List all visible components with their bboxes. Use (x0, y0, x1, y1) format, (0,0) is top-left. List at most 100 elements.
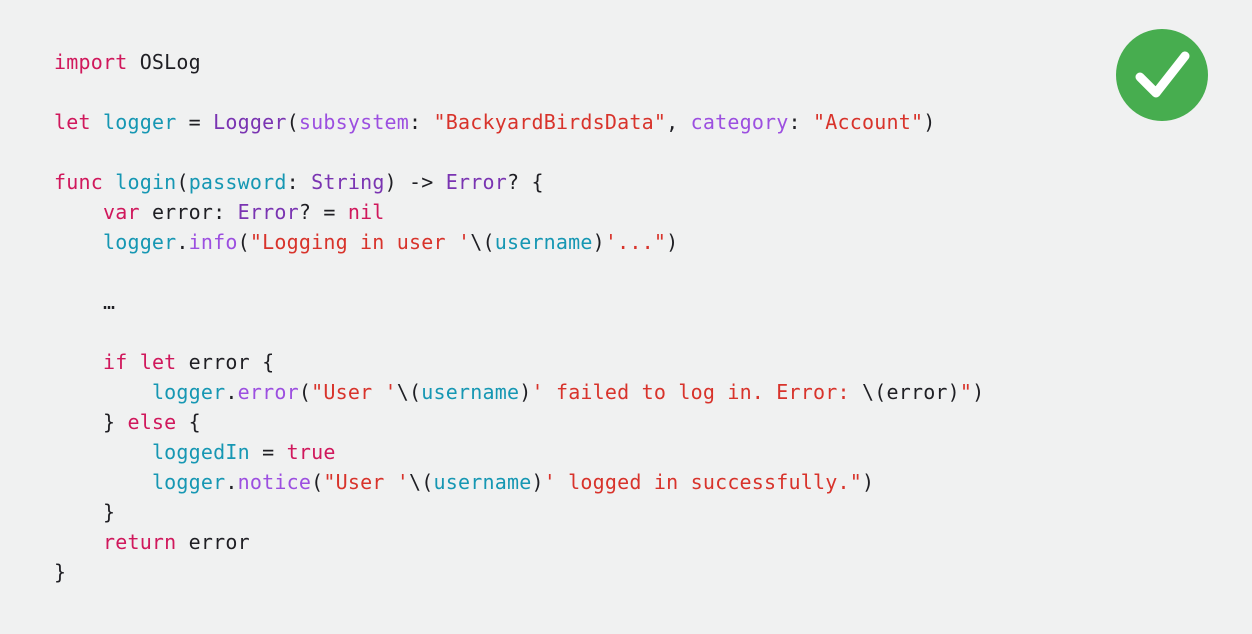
check-badge-circle (1116, 29, 1208, 121)
code-token: category (690, 110, 789, 134)
code-line: } else { (54, 407, 984, 437)
code-token: loggedIn (151, 440, 250, 464)
code-token: String (311, 170, 385, 194)
code-token: import (54, 50, 128, 74)
code-token: notice (237, 470, 312, 494)
code-token: OSLog (127, 50, 201, 74)
code-token: ) (861, 470, 875, 494)
code-line: let logger = Logger(subsystem: "Backyard… (54, 107, 984, 137)
code-snippet: import OSLog let logger = Logger(subsyste… (54, 47, 984, 587)
code-token: return (102, 530, 177, 554)
code-token: Error (445, 170, 507, 194)
code-token: logger (151, 380, 226, 404)
checkmark-icon (1116, 29, 1208, 121)
code-token: username (433, 470, 532, 494)
code-token: logger (102, 230, 177, 254)
code-token: '..." (604, 230, 667, 254)
code-token: ) (972, 380, 985, 404)
code-token: ? = (298, 200, 348, 224)
code-token: info (188, 230, 238, 254)
code-line: logger.error("User '\(username)' failed … (54, 377, 984, 407)
code-token: login (115, 170, 177, 194)
code-token: ( (286, 110, 299, 134)
code-token: "User ' (323, 470, 410, 494)
code-token: : (286, 170, 312, 194)
code-token: error { (176, 350, 275, 374)
code-token: { (176, 410, 201, 434)
code-token: func (54, 170, 103, 194)
code-token: ' failed to log in. Error: (531, 380, 862, 404)
code-token: . (225, 470, 238, 494)
code-token: let (139, 350, 177, 374)
code-token: logger (102, 110, 177, 134)
code-token: ( (237, 230, 250, 254)
code-token: : (788, 110, 814, 134)
code-line: } (54, 557, 984, 587)
code-token: \(error) (861, 380, 960, 404)
code-token: } (54, 500, 116, 524)
code-token: "Account" (813, 110, 924, 134)
code-line: logger.notice("User '\(username)' logged… (54, 467, 984, 497)
code-token: var (102, 200, 140, 224)
code-token: ( (311, 470, 324, 494)
code-token: username (494, 230, 593, 254)
code-line: import OSLog (54, 47, 984, 77)
code-line: } (54, 497, 984, 527)
code-line: func login(password: String) -> Error? { (54, 167, 984, 197)
code-token: subsystem (298, 110, 410, 134)
code-token: … (54, 290, 116, 314)
code-token: } (54, 410, 128, 434)
code-token: ) -> (384, 170, 446, 194)
code-token: error (237, 380, 299, 404)
code-token: Error (237, 200, 299, 224)
code-token: " (959, 380, 973, 404)
code-line: var error: Error? = nil (54, 197, 984, 227)
code-token: "BackyardBirdsData" (433, 110, 667, 134)
code-token: \( (470, 230, 495, 254)
code-token: ) (666, 230, 679, 254)
code-token: nil (347, 200, 385, 224)
code-token: = (176, 110, 214, 134)
code-token: } (54, 560, 67, 584)
code-line: loggedIn = true (54, 437, 984, 467)
code-token: error: (139, 200, 238, 224)
code-token: let (54, 110, 91, 134)
code-token: ' logged in successfully." (543, 470, 862, 494)
code-token: password (188, 170, 287, 194)
code-token: ( (176, 170, 189, 194)
code-token: \( (409, 470, 434, 494)
code-token: . (225, 380, 238, 404)
code-token: ) (531, 470, 544, 494)
code-token: else (127, 410, 177, 434)
code-token: true (286, 440, 336, 464)
code-token: , (666, 110, 691, 134)
code-token: "User ' (311, 380, 397, 404)
code-token: logger (151, 470, 226, 494)
code-token: ) (923, 110, 936, 134)
code-token: Logger (213, 110, 287, 134)
code-token: ? { (507, 170, 544, 194)
code-token: = (249, 440, 287, 464)
code-token: . (176, 230, 189, 254)
code-token: : (409, 110, 434, 134)
code-token: ) (519, 380, 532, 404)
code-line: return error (54, 527, 984, 557)
code-token: username (421, 380, 520, 404)
code-token: if (102, 350, 128, 374)
code-line: if let error { (54, 347, 984, 377)
code-token: "Logging in user ' (249, 230, 471, 254)
code-token: error (176, 530, 250, 554)
